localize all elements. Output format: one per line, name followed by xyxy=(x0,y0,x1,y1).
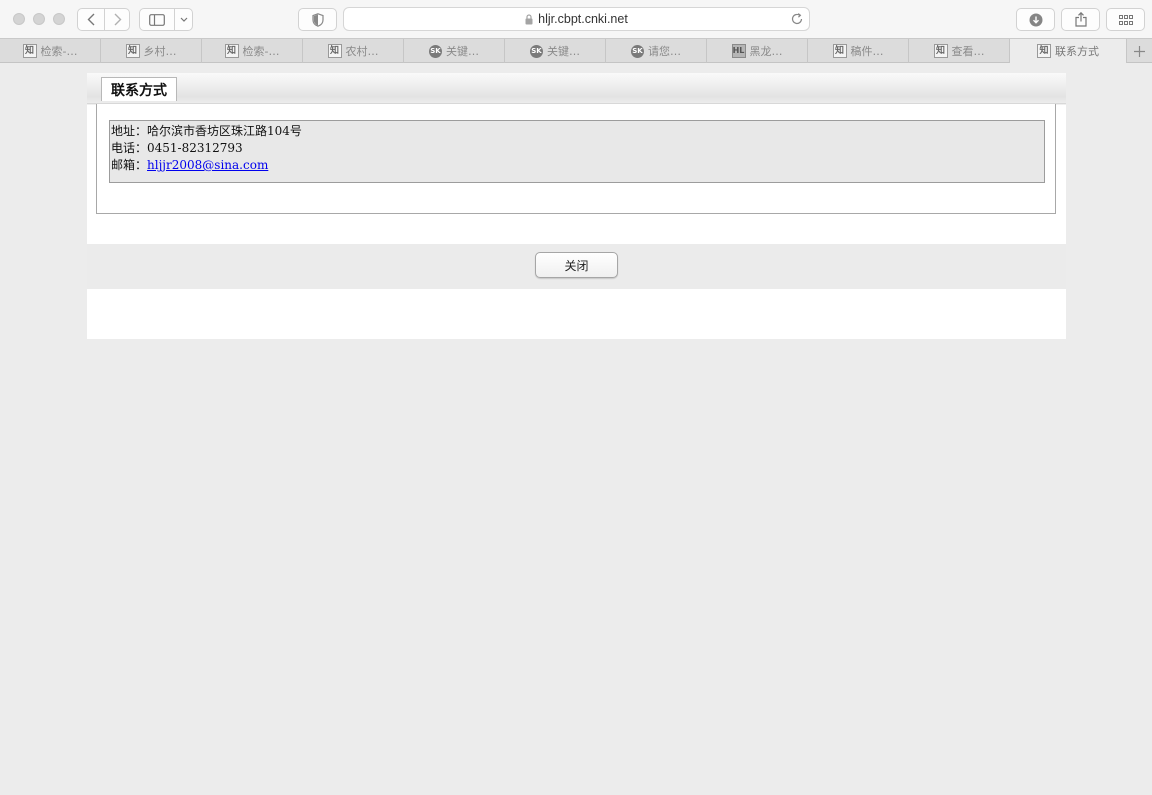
address-bar[interactable]: hljr.cbpt.cnki.net xyxy=(343,7,810,31)
button-bar: 关闭 xyxy=(87,244,1066,289)
forward-button[interactable] xyxy=(105,9,130,30)
cnki-zhi-icon: 知 xyxy=(125,44,140,58)
cnki-zhi-icon: 知 xyxy=(832,44,847,58)
email-label: 邮箱： xyxy=(111,158,148,172)
tab-6[interactable]: SK 关键… xyxy=(505,39,606,63)
sk-icon: SK xyxy=(530,44,543,58)
cnki-zhi-icon: 知 xyxy=(933,44,948,58)
sk-icon: SK xyxy=(631,44,644,58)
address-label: 地址： xyxy=(111,124,148,138)
address-value: 哈尔滨市香坊区珠江路104号 xyxy=(147,124,302,138)
contact-panel: 联系方式 地址：哈尔滨市香坊区珠江路104号 电话：0451-82312793 … xyxy=(87,73,1066,339)
phone-row: 电话：0451-82312793 xyxy=(111,140,1044,157)
tab-3[interactable]: 知检索-… xyxy=(202,39,303,63)
tab-4[interactable]: 知农村… xyxy=(303,39,404,63)
contact-tab[interactable]: 联系方式 xyxy=(101,77,177,101)
address-row: 地址：哈尔滨市香坊区珠江路104号 xyxy=(111,123,1044,140)
close-window-button[interactable] xyxy=(13,13,25,25)
download-icon xyxy=(1029,13,1042,26)
tab-9[interactable]: 知稿件… xyxy=(808,39,909,63)
close-button[interactable]: 关闭 xyxy=(535,252,618,278)
tab-7[interactable]: SK 请您… xyxy=(606,39,707,63)
back-forward-group xyxy=(77,8,130,31)
reload-icon[interactable] xyxy=(790,12,804,26)
sidebar-menu-button[interactable] xyxy=(175,9,193,30)
share-button[interactable] xyxy=(1061,8,1100,31)
tab-2[interactable]: 知乡村… xyxy=(101,39,202,63)
url-text: hljr.cbpt.cnki.net xyxy=(538,12,628,26)
tab-overview-button[interactable] xyxy=(1106,8,1145,31)
tab-5[interactable]: SK 关键… xyxy=(404,39,505,63)
email-link[interactable]: hljjr2008@sina.com xyxy=(147,158,268,172)
sk-icon: SK xyxy=(429,44,442,58)
cnki-zhi-icon: 知 xyxy=(22,44,37,58)
contact-info-box: 地址：哈尔滨市香坊区珠江路104号 电话：0451-82312793 邮箱：hl… xyxy=(109,120,1045,183)
grid-icon xyxy=(1118,14,1133,25)
tab-10[interactable]: 知查看… xyxy=(909,39,1010,63)
cnki-zhi-icon: 知 xyxy=(1037,44,1051,58)
sidebar-button[interactable] xyxy=(140,9,174,30)
zoom-window-button[interactable] xyxy=(53,13,65,25)
chevron-right-icon xyxy=(114,13,121,26)
cnki-zhi-icon: 知 xyxy=(327,44,342,58)
back-button[interactable] xyxy=(78,9,104,30)
privacy-report-button[interactable] xyxy=(298,8,337,31)
chevron-left-icon xyxy=(87,13,95,26)
new-tab-button[interactable] xyxy=(1127,39,1152,63)
browser-toolbar: hljr.cbpt.cnki.net xyxy=(0,0,1152,38)
plus-icon xyxy=(1134,45,1145,57)
hl-icon: HL xyxy=(731,44,746,58)
phone-value: 0451-82312793 xyxy=(147,141,243,155)
tab-1[interactable]: 知检索-… xyxy=(0,39,101,63)
email-row: 邮箱：hljjr2008@sina.com xyxy=(111,157,1044,174)
downloads-button[interactable] xyxy=(1016,8,1055,31)
contact-frame: 地址：哈尔滨市香坊区珠江路104号 电话：0451-82312793 邮箱：hl… xyxy=(96,104,1056,214)
share-icon xyxy=(1074,12,1087,27)
shield-icon xyxy=(311,12,324,27)
sidebar-group xyxy=(139,8,193,31)
tab-bar: 知检索-… 知乡村… 知检索-… 知农村… SK 关键… SK 关键… SK 请您… … xyxy=(0,38,1152,63)
lock-icon xyxy=(525,13,533,24)
minimize-window-button[interactable] xyxy=(33,13,45,25)
cnki-zhi-icon: 知 xyxy=(224,44,239,58)
sidebar-icon xyxy=(149,13,165,26)
phone-label: 电话： xyxy=(111,141,148,155)
tab-11-active[interactable]: 知联系方式 xyxy=(1010,39,1127,63)
tab-8[interactable]: HL 黑龙… xyxy=(707,39,808,63)
content-tab-strip xyxy=(87,73,1066,105)
chevron-down-icon xyxy=(180,17,188,22)
